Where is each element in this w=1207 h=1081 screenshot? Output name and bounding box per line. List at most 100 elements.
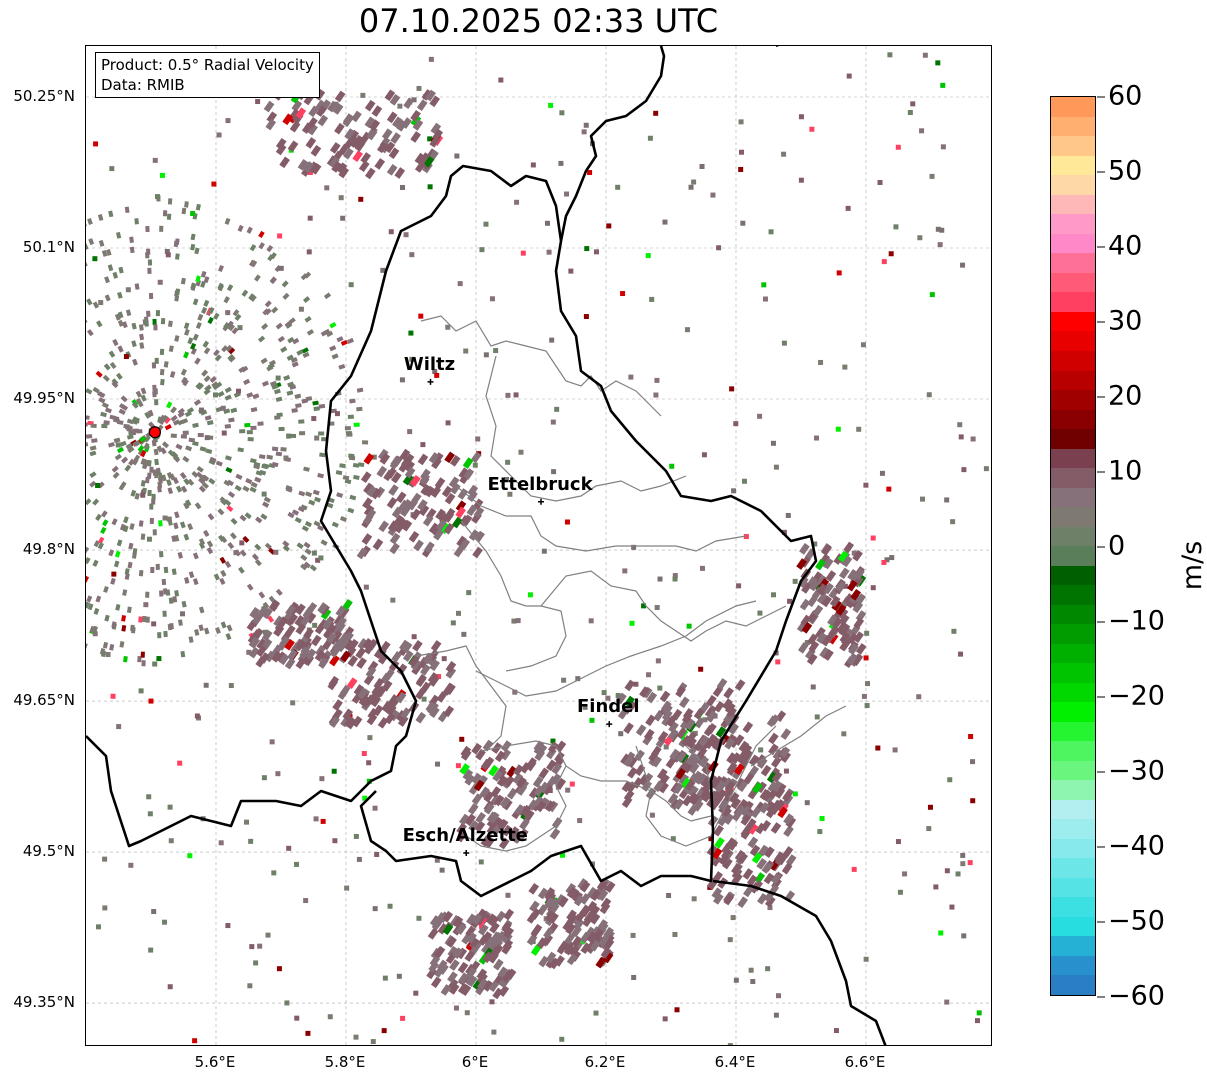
radar-echo <box>250 425 257 431</box>
radar-echo <box>206 420 214 426</box>
radar-echo <box>851 866 857 872</box>
radar-echo <box>819 815 825 821</box>
radar-echo <box>173 511 180 519</box>
radar-echo <box>727 1043 733 1045</box>
radar-echo <box>334 411 340 417</box>
colorbar-tick: 0 <box>1097 531 1125 562</box>
radar-echo <box>169 622 174 630</box>
radar-echo <box>138 570 144 577</box>
radar-echo <box>183 322 190 330</box>
radar-echo <box>194 247 200 255</box>
radar-echo <box>358 196 364 202</box>
radar-echo <box>318 403 326 409</box>
tick-mark <box>1097 396 1105 398</box>
radar-echo <box>861 693 867 699</box>
tick-mark <box>1097 771 1105 773</box>
radar-echo <box>742 721 754 734</box>
radar-echo <box>412 640 423 652</box>
radar-echo <box>225 118 231 124</box>
tick-mark <box>1097 171 1105 173</box>
radar-echo <box>184 577 190 584</box>
radar-echo <box>109 361 117 370</box>
radar-echo <box>662 219 668 225</box>
radar-echo <box>217 264 224 273</box>
radar-echo <box>887 52 893 58</box>
radar-echo <box>261 775 267 781</box>
radar-echo <box>190 243 196 251</box>
colorbar-segment <box>1051 311 1095 332</box>
radar-echo <box>235 388 241 394</box>
colorbar-tick: −20 <box>1097 681 1165 712</box>
radar-echo <box>387 903 393 909</box>
radar-echo <box>261 491 267 497</box>
radar-echo <box>206 547 214 555</box>
x-tick-label: 5.8°E <box>324 1053 366 1071</box>
colorbar-tick-label: −40 <box>1108 830 1165 862</box>
x-tick-label: 6.2°E <box>584 1053 626 1071</box>
radar-echo <box>105 652 111 658</box>
radar-echo <box>283 455 289 461</box>
radar-echo <box>224 394 232 401</box>
radar-echo <box>416 99 428 111</box>
radar-echo <box>199 446 207 452</box>
radar-echo <box>275 375 281 381</box>
radar-echo <box>305 491 313 498</box>
radar-echo <box>112 471 120 479</box>
radar-echo <box>768 732 779 745</box>
radar-echo <box>201 369 209 377</box>
radar-echo <box>309 564 317 572</box>
colorbar-segment <box>1051 370 1095 391</box>
radar-map[interactable] <box>85 45 992 1046</box>
radar-echo <box>225 633 232 641</box>
radar-echo <box>185 445 193 452</box>
radar-echo <box>160 378 165 386</box>
radar-echo <box>647 135 653 141</box>
radar-echo <box>278 265 284 271</box>
radar-echo <box>324 185 330 191</box>
radar-site-marker[interactable] <box>148 426 162 439</box>
radar-echo <box>258 230 265 239</box>
radar-echo <box>152 390 157 398</box>
radar-echo <box>218 840 224 846</box>
radar-echo <box>114 453 122 461</box>
radar-echo <box>947 777 953 783</box>
radar-echo <box>684 327 690 333</box>
radar-echo <box>162 210 168 217</box>
radar-echo <box>97 214 104 221</box>
radar-echo <box>331 521 339 528</box>
radar-echo <box>360 471 372 484</box>
radar-echo <box>147 259 153 266</box>
canton-border <box>460 520 567 672</box>
radar-echo <box>976 1010 982 1016</box>
radar-echo <box>927 804 933 810</box>
radar-echo <box>260 513 268 521</box>
radar-echo <box>569 781 575 787</box>
colorbar-tick: 30 <box>1097 306 1142 337</box>
radar-echo <box>785 512 791 518</box>
radar-echo <box>204 435 210 441</box>
radar-echo <box>237 224 244 233</box>
colorbar-segment <box>1051 643 1095 664</box>
radar-echo <box>169 370 176 378</box>
radar-echo <box>86 642 88 650</box>
radar-echo <box>338 363 346 370</box>
radar-echo <box>217 390 225 398</box>
radar-echo <box>842 364 848 370</box>
radar-echo <box>960 852 966 858</box>
colorbar-segment <box>1051 214 1095 234</box>
radar-echo <box>649 296 655 302</box>
radar-echo <box>124 573 130 580</box>
y-tick-label: 49.35°N <box>13 993 75 1012</box>
radar-echo <box>192 578 199 586</box>
colorbar-segment <box>1051 897 1095 917</box>
radar-echo <box>157 485 162 493</box>
radar-echo <box>944 999 950 1005</box>
colorbar-tick: −50 <box>1097 906 1165 937</box>
radar-echo <box>479 247 485 253</box>
radar-echo <box>203 375 211 383</box>
radar-echo <box>646 672 652 678</box>
radar-echo <box>194 357 201 365</box>
radar-echo <box>92 301 100 309</box>
radar-echo <box>301 525 309 532</box>
colorbar-tick-label: 60 <box>1108 80 1143 112</box>
